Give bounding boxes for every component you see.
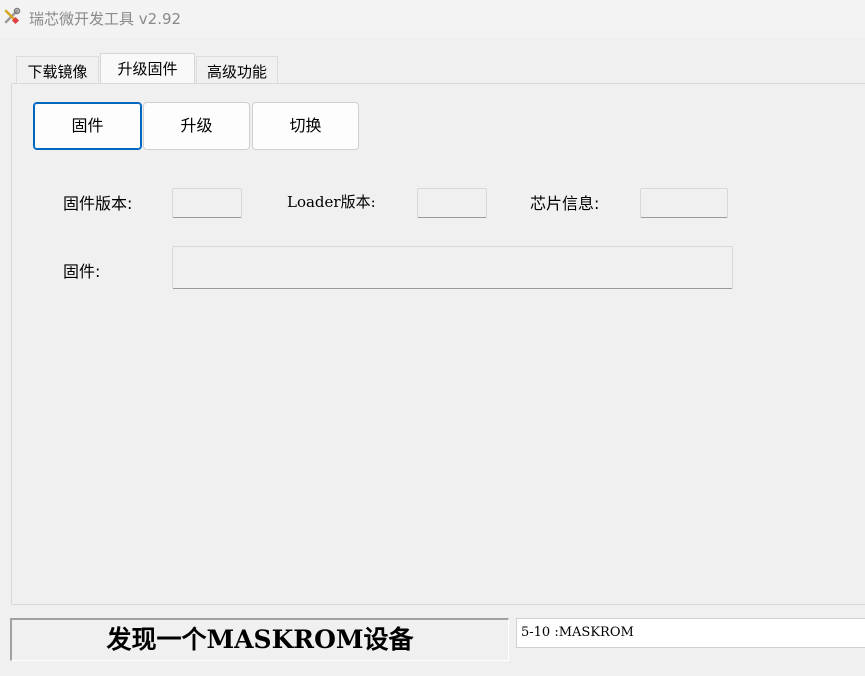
title-bar[interactable]: 瑞芯微开发工具 v2.92 [0,0,865,38]
status-message: 发现一个MASKROM设备 [10,618,509,661]
firmware-path-label: 固件: [63,262,101,281]
tab-upgrade-firmware[interactable]: 升级固件 [100,53,195,83]
window-title: 瑞芯微开发工具 v2.92 [29,10,182,28]
tab-advanced-functions[interactable]: 高级功能 [196,56,278,83]
firmware-version-label: 固件版本: [63,194,133,213]
app-window: 瑞芯微开发工具 v2.92 下载镜像 升级固件 高级功能 固件 升级 切换 固件… [0,0,865,676]
loader-version-label: Loader版本: [287,193,376,211]
chip-info-field[interactable] [640,188,728,218]
loader-version-field[interactable] [417,188,487,218]
chip-info-label: 芯片信息: [530,194,600,213]
firmware-button[interactable]: 固件 [33,102,142,150]
tools-icon [3,7,21,25]
switch-button[interactable]: 切换 [252,102,359,150]
tab-download-image[interactable]: 下载镜像 [16,56,99,83]
tab-panel [11,83,865,605]
device-log-field[interactable]: 5-10 :MASKROM [516,618,865,648]
upgrade-button[interactable]: 升级 [143,102,250,150]
firmware-version-field[interactable] [172,188,242,218]
firmware-path-field[interactable] [172,246,733,289]
